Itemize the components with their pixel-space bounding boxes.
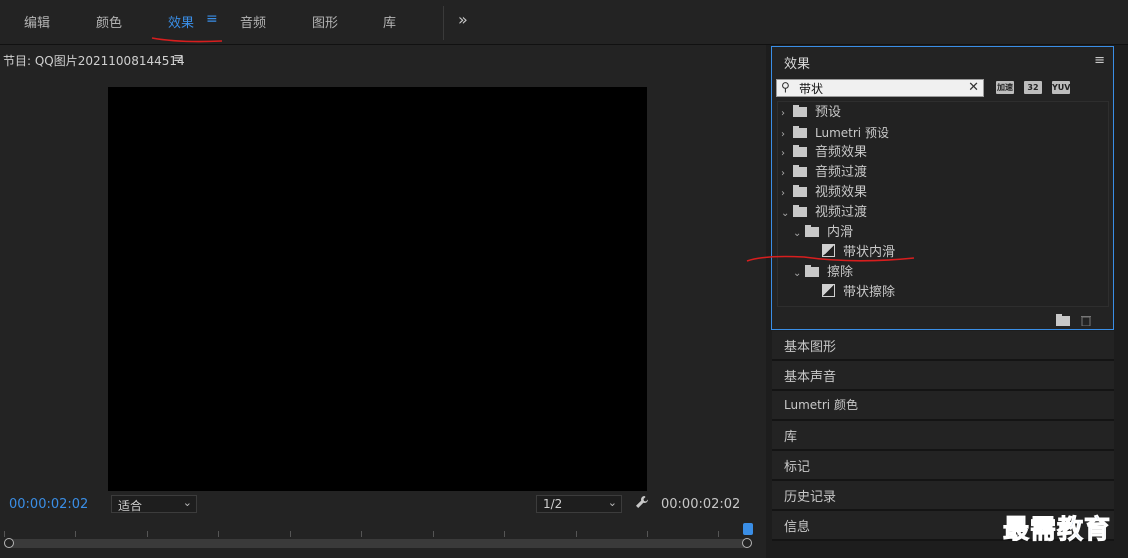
section-label: Lumetri 颜色 bbox=[784, 398, 858, 412]
chevron-right-icon: › bbox=[781, 129, 785, 140]
chevron-down-icon: ⌄ bbox=[793, 228, 802, 239]
tree-item-lumetri-presets[interactable]: › Lumetri 预设 bbox=[781, 123, 889, 143]
folder-icon bbox=[793, 205, 807, 217]
monitor-title: 节目: QQ图片20211008144514 bbox=[3, 54, 185, 68]
section-lumetri-color[interactable]: Lumetri 颜色 bbox=[772, 391, 1114, 421]
wrench-icon[interactable] bbox=[635, 495, 649, 513]
annotation-underline-effect bbox=[746, 255, 915, 262]
section-label: 标记 bbox=[784, 460, 811, 475]
section-label: 基本图形 bbox=[784, 340, 837, 355]
effects-tree: › 预设 › Lumetri 预设 › 音频效果 › 音频过渡 › 视频效果 ⌄ 视频过渡 … bbox=[777, 101, 1109, 307]
tree-item-label: 内滑 bbox=[827, 225, 854, 240]
scrollbar-right-handle[interactable] bbox=[742, 538, 752, 548]
effects-panel-menu-icon[interactable]: ≡ bbox=[1094, 53, 1105, 68]
chevron-down-icon: ⌄ bbox=[607, 496, 617, 509]
tree-item-video-effects[interactable]: › 视频效果 bbox=[781, 183, 867, 203]
chevron-right-icon: › bbox=[781, 108, 785, 119]
total-duration: 00:00:02:02 bbox=[661, 497, 741, 512]
section-label: 信息 bbox=[784, 520, 811, 535]
tab-separator bbox=[443, 6, 444, 40]
tab-color[interactable]: 颜色 bbox=[96, 12, 122, 31]
resolution-select-value: 1/2 bbox=[543, 497, 563, 511]
tab-effects[interactable]: 效果 bbox=[168, 12, 194, 31]
zoom-scrollbar[interactable] bbox=[4, 539, 750, 548]
monitor-menu-icon[interactable]: ≡ bbox=[173, 51, 184, 66]
fit-select-value: 适合 bbox=[118, 499, 143, 513]
section-label: 库 bbox=[784, 430, 798, 445]
chevron-down-icon: ⌄ bbox=[182, 496, 192, 509]
transition-effect-icon bbox=[822, 284, 835, 297]
chevron-right-icon: › bbox=[781, 188, 785, 199]
section-markers[interactable]: 标记 bbox=[772, 451, 1114, 481]
tree-item-label: 音频过渡 bbox=[815, 165, 868, 180]
tree-item-label: 预设 bbox=[815, 105, 842, 120]
yuv-filter-icon[interactable]: YUV bbox=[1052, 81, 1070, 94]
section-essential-sound[interactable]: 基本声音 bbox=[772, 361, 1114, 391]
accelerated-effects-filter-icon[interactable]: 加速 bbox=[996, 81, 1014, 94]
tab-library[interactable]: 库 bbox=[383, 12, 396, 31]
preset-folder-icon bbox=[793, 126, 807, 138]
chevron-right-icon: › bbox=[781, 168, 785, 179]
tree-item-label: 视频效果 bbox=[815, 185, 868, 200]
tree-item-label: 带状擦除 bbox=[843, 285, 896, 300]
32bit-filter-icon[interactable]: 32 bbox=[1024, 81, 1042, 94]
effects-panel: 效果 ≡ ⚲ ✕ 加速 32 YUV › 预设 › Lumetri 预设 › 音频效果… bbox=[771, 46, 1114, 330]
folder-icon bbox=[793, 185, 807, 197]
section-libraries[interactable]: 库 bbox=[772, 421, 1114, 451]
playhead-marker[interactable] bbox=[743, 523, 753, 535]
resolution-select[interactable]: 1/2 ⌄ bbox=[536, 495, 622, 513]
chevron-down-icon: ⌄ bbox=[793, 268, 802, 279]
fit-select[interactable]: 适合 ⌄ bbox=[111, 495, 197, 513]
search-input[interactable] bbox=[799, 80, 959, 96]
video-preview[interactable] bbox=[108, 87, 647, 491]
section-label: 基本声音 bbox=[784, 370, 837, 385]
tree-item-label: 擦除 bbox=[827, 265, 854, 280]
chevron-right-icon: › bbox=[781, 148, 785, 159]
folder-icon bbox=[805, 265, 819, 277]
tab-audio[interactable]: 音频 bbox=[240, 12, 266, 31]
tree-item-video-transitions[interactable]: ⌄ 视频过渡 bbox=[781, 203, 867, 223]
tree-item-presets[interactable]: › 预设 bbox=[781, 103, 841, 123]
tree-item-label: 视频过渡 bbox=[815, 205, 868, 220]
tab-graphics[interactable]: 图形 bbox=[312, 12, 338, 31]
effects-panel-title: 效果 bbox=[784, 57, 811, 72]
clear-search-icon[interactable]: ✕ bbox=[968, 80, 979, 95]
section-essential-graphics[interactable]: 基本图形 bbox=[772, 331, 1114, 361]
trash-icon[interactable] bbox=[1081, 315, 1091, 329]
tree-item-label: 音频效果 bbox=[815, 145, 868, 160]
scrollbar-left-handle[interactable] bbox=[4, 538, 14, 548]
tree-item-slide[interactable]: ⌄ 内滑 bbox=[793, 223, 853, 243]
current-timecode[interactable]: 00:00:02:02 bbox=[9, 497, 88, 512]
folder-icon bbox=[805, 225, 819, 237]
preset-folder-icon bbox=[793, 105, 807, 117]
tree-item-label: Lumetri 预设 bbox=[815, 126, 889, 140]
effects-search[interactable]: ⚲ ✕ bbox=[776, 79, 984, 97]
new-bin-icon[interactable] bbox=[1056, 314, 1070, 328]
tab-edit[interactable]: 编辑 bbox=[24, 12, 50, 31]
section-history[interactable]: 历史记录 bbox=[772, 481, 1114, 511]
tab-effects-menu-icon[interactable]: ≡ bbox=[206, 11, 218, 27]
section-label: 历史记录 bbox=[784, 490, 837, 505]
tree-item-audio-transitions[interactable]: › 音频过渡 bbox=[781, 163, 867, 183]
folder-icon bbox=[793, 145, 807, 157]
tree-item-audio-effects[interactable]: › 音频效果 bbox=[781, 143, 867, 163]
program-monitor: 节目: QQ图片20211008144514 ≡ 00:00:02:02 适合 … bbox=[0, 45, 766, 558]
watermark-logo: 最需教育 bbox=[1002, 515, 1112, 546]
more-workspaces-icon[interactable]: » bbox=[458, 10, 468, 29]
tree-item-band-wipe[interactable]: 带状擦除 bbox=[822, 283, 895, 303]
search-icon: ⚲ bbox=[781, 80, 790, 94]
chevron-down-icon: ⌄ bbox=[781, 208, 790, 219]
folder-icon bbox=[793, 165, 807, 177]
